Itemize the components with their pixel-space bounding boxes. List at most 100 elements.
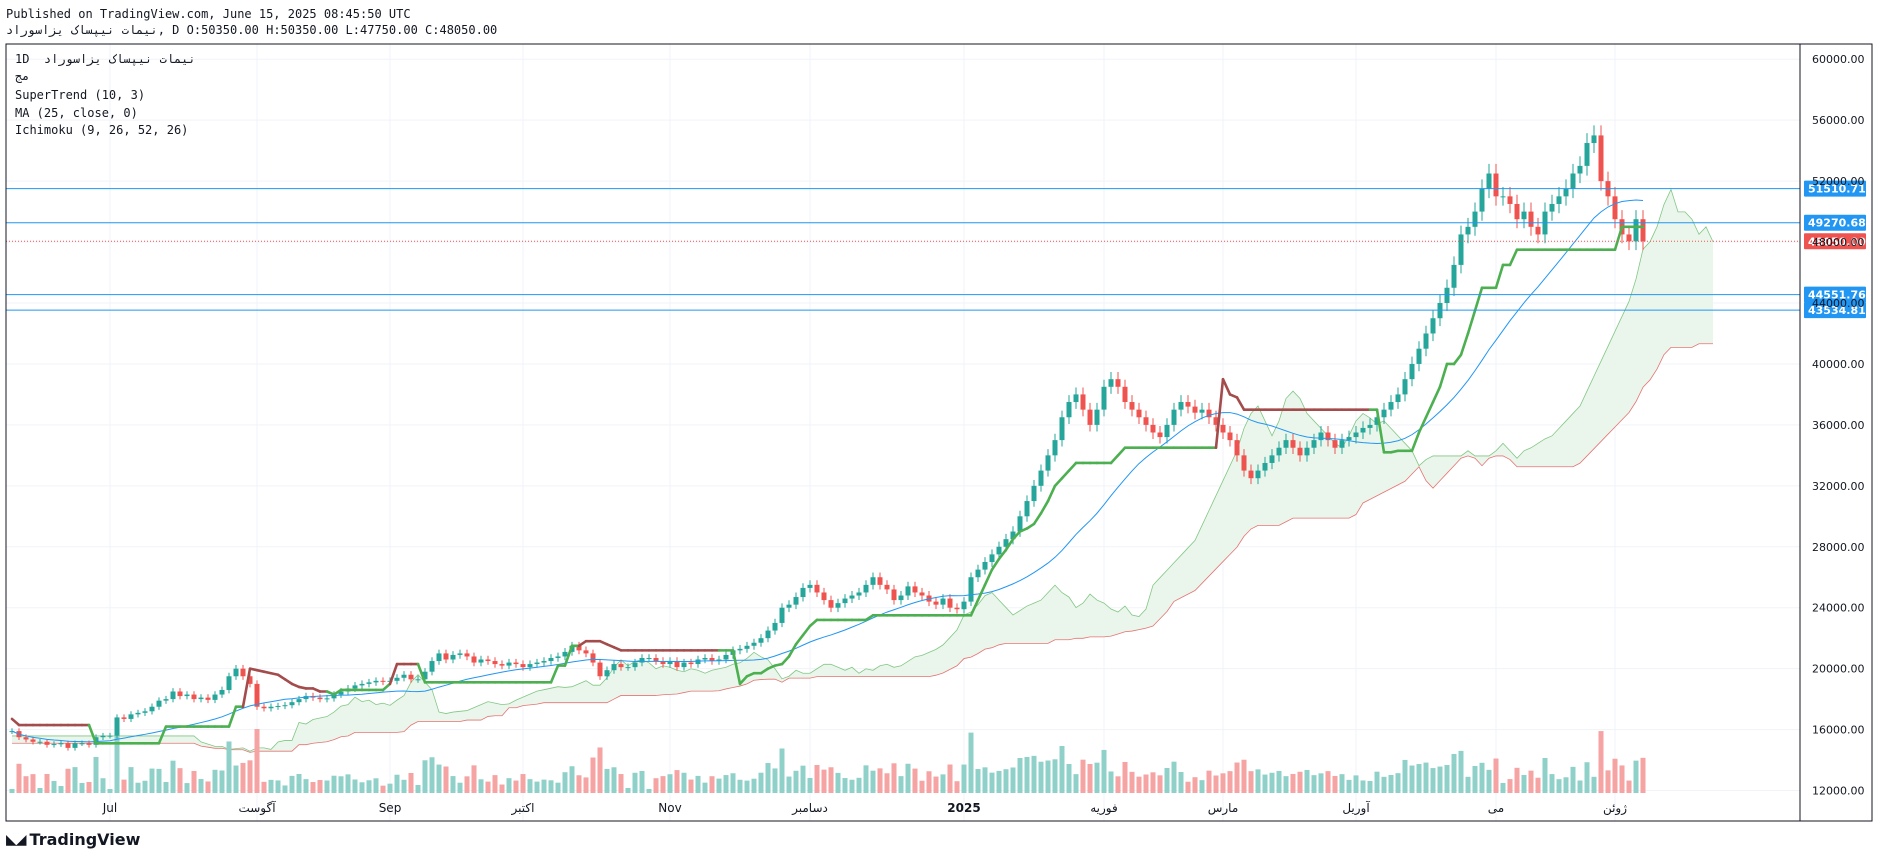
- candle-body[interactable]: [198, 697, 204, 700]
- candle-body[interactable]: [51, 744, 57, 746]
- candle-body[interactable]: [114, 717, 120, 736]
- candle-body[interactable]: [268, 706, 274, 709]
- candle-body[interactable]: [492, 661, 498, 665]
- candle-body[interactable]: [779, 607, 785, 623]
- candle-body[interactable]: [1381, 409, 1387, 418]
- candle-body[interactable]: [1171, 409, 1177, 425]
- candle-body[interactable]: [1108, 379, 1114, 387]
- candle-body[interactable]: [1556, 196, 1562, 204]
- candle-body[interactable]: [940, 598, 946, 605]
- candle-body[interactable]: [611, 664, 617, 671]
- candle-body[interactable]: [604, 670, 610, 677]
- candle-body[interactable]: [1017, 516, 1023, 532]
- candle-body[interactable]: [1136, 409, 1142, 418]
- candle-body[interactable]: [1486, 173, 1492, 189]
- candle-body[interactable]: [142, 711, 148, 713]
- legend-ma[interactable]: MA (25, close, 0): [15, 106, 138, 120]
- tradingview-logo[interactable]: ◣◢ TradingView: [6, 830, 140, 849]
- candle-body[interactable]: [1220, 424, 1226, 433]
- candle-body[interactable]: [121, 717, 127, 719]
- candle-body[interactable]: [968, 577, 974, 602]
- candle-body[interactable]: [1129, 402, 1135, 410]
- candle-body[interactable]: [849, 595, 855, 599]
- candle-body[interactable]: [1227, 432, 1233, 441]
- candle-body[interactable]: [590, 653, 596, 663]
- candle-body[interactable]: [1087, 409, 1093, 425]
- legend-symbol[interactable]: 1D نیمات نیپساک یزاسوراد: [15, 52, 196, 66]
- candle-body[interactable]: [1290, 440, 1296, 448]
- candle-body[interactable]: [1430, 318, 1436, 334]
- candle-body[interactable]: [1101, 386, 1107, 410]
- candle-body[interactable]: [415, 679, 421, 681]
- candle-body[interactable]: [79, 743, 85, 745]
- candle-body[interactable]: [240, 668, 246, 677]
- candle-body[interactable]: [1164, 424, 1170, 438]
- candle-body[interactable]: [1444, 287, 1450, 303]
- candle-body[interactable]: [44, 741, 50, 745]
- candle-body[interactable]: [1115, 379, 1121, 387]
- candle-body[interactable]: [1199, 409, 1205, 413]
- candle-body[interactable]: [555, 656, 561, 658]
- candle-body[interactable]: [233, 668, 239, 677]
- candle-body[interactable]: [471, 656, 477, 663]
- legend-supertrend[interactable]: SuperTrend (10, 3): [15, 88, 145, 102]
- candle-body[interactable]: [373, 680, 379, 683]
- candle-body[interactable]: [394, 677, 400, 681]
- candle-body[interactable]: [1024, 501, 1030, 517]
- candle-body[interactable]: [296, 699, 302, 703]
- chart-svg[interactable]: 51510.7149270.6844551.7643534.8148050.00…: [0, 0, 1878, 858]
- candle-body[interactable]: [933, 601, 939, 605]
- candle-body[interactable]: [1332, 440, 1338, 448]
- candle-body[interactable]: [261, 706, 267, 709]
- candle-body[interactable]: [653, 657, 659, 662]
- candle-body[interactable]: [842, 598, 848, 604]
- candle-body[interactable]: [30, 739, 36, 742]
- candle-body[interactable]: [450, 654, 456, 660]
- candle-body[interactable]: [58, 743, 64, 745]
- candle-body[interactable]: [1500, 196, 1506, 198]
- candle-body[interactable]: [1262, 462, 1268, 471]
- candle-body[interactable]: [534, 662, 540, 665]
- candle-body[interactable]: [1563, 188, 1569, 197]
- candle-body[interactable]: [807, 584, 813, 588]
- candle-body[interactable]: [1248, 470, 1254, 479]
- candle-body[interactable]: [1577, 165, 1583, 174]
- candle-body[interactable]: [1241, 455, 1247, 471]
- candle-body[interactable]: [520, 664, 526, 668]
- candle-body[interactable]: [737, 648, 743, 651]
- candle-body[interactable]: [100, 735, 106, 738]
- candle-body[interactable]: [72, 743, 78, 748]
- candle-body[interactable]: [765, 630, 771, 639]
- candle-body[interactable]: [184, 694, 190, 697]
- candle-body[interactable]: [1612, 196, 1618, 220]
- candle-body[interactable]: [1038, 470, 1044, 486]
- candle-body[interactable]: [1192, 406, 1198, 413]
- candle-body[interactable]: [800, 587, 806, 598]
- candle-body[interactable]: [324, 698, 330, 700]
- candle-body[interactable]: [1066, 402, 1072, 418]
- candle-body[interactable]: [128, 714, 134, 719]
- candle-body[interactable]: [751, 642, 757, 646]
- candle-body[interactable]: [149, 706, 155, 712]
- candle-body[interactable]: [513, 662, 519, 665]
- candle-body[interactable]: [219, 689, 225, 695]
- candle-body[interactable]: [884, 584, 890, 590]
- candle-body[interactable]: [135, 712, 141, 715]
- candle-body[interactable]: [1283, 440, 1289, 448]
- candle-body[interactable]: [107, 735, 113, 737]
- candle-body[interactable]: [1535, 226, 1541, 235]
- candle-body[interactable]: [681, 662, 687, 668]
- candle-body[interactable]: [1157, 432, 1163, 438]
- candle-body[interactable]: [1143, 417, 1149, 425]
- candle-body[interactable]: [1451, 264, 1457, 288]
- candle-body[interactable]: [632, 662, 638, 668]
- candle-body[interactable]: [1549, 203, 1555, 212]
- candle-body[interactable]: [205, 697, 211, 700]
- candle-body[interactable]: [170, 691, 176, 700]
- candle-body[interactable]: [618, 664, 624, 668]
- candle-body[interactable]: [646, 657, 652, 659]
- candle-body[interactable]: [1318, 432, 1324, 441]
- candle-body[interactable]: [744, 645, 750, 649]
- candle-body[interactable]: [1626, 234, 1632, 242]
- candle-body[interactable]: [1150, 424, 1156, 433]
